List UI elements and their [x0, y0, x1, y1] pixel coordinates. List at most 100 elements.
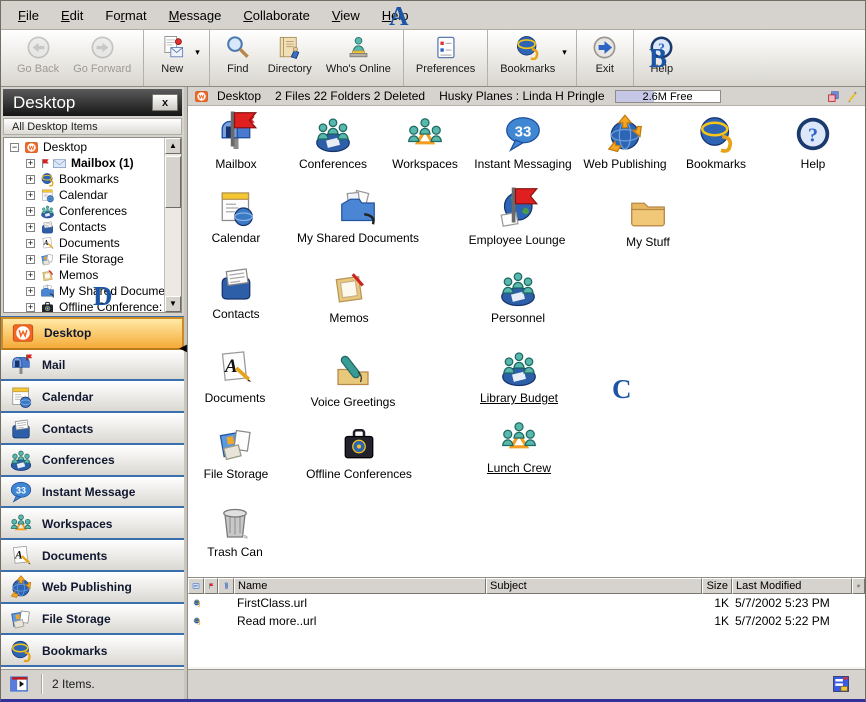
tree-expander-expand-icon[interactable]: + — [26, 159, 35, 168]
tree-item-file-storage[interactable]: +File Storage — [4, 251, 164, 267]
desktop-icon-trash-can[interactable]: Trash Can — [188, 502, 297, 559]
close-panel-button[interactable]: x — [152, 94, 178, 111]
tree-item-desktop[interactable]: −Desktop — [4, 139, 164, 155]
tree-item-memos[interactable]: + Memos — [4, 267, 164, 283]
tree-scrollbar[interactable]: ▲ ▼ — [164, 138, 181, 312]
desktop-icon-help[interactable]: Help — [751, 114, 865, 171]
menu-item-collaborate[interactable]: Collaborate — [232, 5, 321, 26]
desktop-icon-file-storage[interactable]: File Storage — [188, 424, 298, 481]
scrollbar-track[interactable] — [165, 208, 181, 296]
tree-expander-expand-icon[interactable]: + — [26, 255, 35, 264]
menu-item-format[interactable]: Format — [94, 5, 157, 26]
desktop-icon-label: Instant Messaging — [474, 157, 571, 171]
pages-icon[interactable] — [827, 90, 840, 103]
preferences-button[interactable]: Preferences — [409, 30, 482, 86]
new-button[interactable]: New — [149, 30, 195, 86]
tree-item-contacts[interactable]: +Contacts — [4, 219, 164, 235]
sidebar-item-contacts[interactable]: Contacts — [1, 413, 184, 445]
tree-expander-collapse-icon[interactable]: − — [10, 143, 19, 152]
attachment-column-header[interactable] — [218, 578, 234, 594]
sidebar-item-label: Workspaces — [42, 517, 112, 531]
desktop-icon-contacts[interactable]: Contacts — [188, 264, 298, 321]
scroll-down-icon[interactable]: ▼ — [165, 296, 181, 312]
sidebar-item-calendar[interactable]: Calendar — [1, 381, 184, 413]
sidebar-item-instant-message[interactable]: Instant Message — [1, 477, 184, 509]
toolbar-button-label: Go Back — [17, 63, 59, 75]
flag-column-header[interactable] — [204, 578, 218, 594]
tree-item-bookmarks[interactable]: +Bookmarks — [4, 171, 164, 187]
desktop-icon-calendar[interactable]: Calendar — [188, 188, 298, 245]
tree-expander-expand-icon[interactable]: + — [26, 287, 35, 296]
pencil-icon[interactable] — [846, 90, 859, 103]
form-grid-icon[interactable] — [831, 674, 851, 694]
sidebar-item-conferences[interactable]: Conferences — [1, 445, 184, 477]
bookmarks-icon — [9, 639, 33, 663]
tree-item-conferences[interactable]: +Conferences — [4, 203, 164, 219]
menu-item-view[interactable]: View — [321, 5, 371, 26]
flag-cell — [204, 612, 218, 630]
tree-expander-expand-icon[interactable]: + — [26, 175, 35, 184]
dropdown-arrow-icon[interactable]: ▾ — [195, 47, 204, 70]
sidebar-item-documents[interactable]: Documents — [1, 540, 184, 572]
desktop-icon-personnel[interactable]: Personnel — [456, 268, 580, 325]
who-s-online-button[interactable]: Who's Online — [319, 30, 398, 86]
subject-column-header[interactable]: Subject — [486, 578, 702, 594]
tree-expander-expand-icon[interactable]: + — [26, 271, 35, 280]
desktop-icon-employee-lounge[interactable]: Employee Lounge — [455, 190, 579, 247]
tree-expander-expand-icon[interactable]: + — [26, 303, 35, 312]
desktop-icon-voice-greetings[interactable]: Voice Greetings — [291, 352, 415, 409]
modified-column-header[interactable]: Last Modified — [732, 578, 852, 594]
toolbar-button-label: Preferences — [416, 63, 475, 75]
desktop-items-filter[interactable]: All Desktop Items — [3, 118, 182, 135]
tree-item-offline-conference-[interactable]: +Offline Conference: — [4, 299, 164, 312]
size-column-header[interactable]: Size — [702, 578, 732, 594]
column-menu-button[interactable] — [852, 578, 865, 594]
desktop-icon-documents[interactable]: Documents — [188, 348, 297, 405]
type-column-header[interactable] — [188, 578, 204, 594]
find-button[interactable]: Find — [215, 30, 261, 86]
scrollbar-thumb[interactable] — [165, 156, 181, 208]
file-row-read-more-url[interactable]: Read more..url1K5/7/2002 5:22 PM — [188, 612, 865, 630]
sidebar-item-label: Contacts — [42, 422, 93, 436]
sidebar-collapse-icon[interactable]: ◀ — [179, 343, 187, 354]
sidebar-item-web-publishing[interactable]: Web Publishing — [1, 572, 184, 604]
exit-button[interactable]: Exit — [582, 30, 628, 86]
sidebar-item-desktop[interactable]: Desktop — [1, 317, 184, 350]
desktop-icon-image — [216, 188, 256, 228]
directory-button[interactable]: Directory — [261, 30, 319, 86]
file-row-firstclass-url[interactable]: FirstClass.url1K5/7/2002 5:23 PM — [188, 594, 865, 612]
desktop-icon-label: Documents — [205, 391, 266, 405]
desktop-icon-label: Memos — [329, 311, 368, 325]
sidebar-item-mail[interactable]: Mail — [1, 350, 184, 382]
tree-item-my-shared-docume[interactable]: +My Shared Docume — [4, 283, 164, 299]
desktop-icon-my-shared-documents[interactable]: My Shared Documents — [296, 188, 420, 245]
dropdown-arrow-icon[interactable]: ▾ — [562, 47, 571, 70]
desktop-icon-offline-conferences[interactable]: Offline Conferences — [297, 424, 421, 481]
sidebar-item-label: File Storage — [42, 612, 111, 626]
tree-item-documents[interactable]: +Documents — [4, 235, 164, 251]
tree-item-mailbox-1-[interactable]: +Mailbox (1) — [4, 155, 164, 171]
bookmarks-button[interactable]: Bookmarks — [493, 30, 562, 86]
sidebar-item-file-storage[interactable]: File Storage — [1, 604, 184, 636]
desktop-icon-image — [498, 268, 538, 308]
tree-expander-expand-icon[interactable]: + — [26, 223, 35, 232]
desktop-icon-lunch-crew[interactable]: Lunch Crew — [457, 418, 581, 475]
whosonline-icon — [345, 34, 372, 61]
menu-item-file[interactable]: File — [7, 5, 50, 26]
menu-item-message[interactable]: Message — [158, 5, 233, 26]
sidebar-item-bookmarks[interactable]: Bookmarks — [1, 635, 184, 667]
tree-expander-expand-icon[interactable]: + — [26, 191, 35, 200]
calendar-icon — [9, 385, 33, 409]
panel-toggle-icon[interactable] — [9, 674, 29, 694]
tree-item-calendar[interactable]: +Calendar — [4, 187, 164, 203]
desktop-icon-memos[interactable]: Memos — [287, 268, 411, 325]
tree-expander-expand-icon[interactable]: + — [26, 207, 35, 216]
name-column-header[interactable]: Name — [234, 578, 486, 594]
tree-item-label: Memos — [59, 268, 98, 282]
desktop-icon-library-budget[interactable]: Library Budget — [457, 348, 581, 405]
tree-expander-expand-icon[interactable]: + — [26, 239, 35, 248]
scroll-up-icon[interactable]: ▲ — [165, 138, 181, 154]
desktop-icon-my-stuff[interactable]: My Stuff — [586, 192, 710, 249]
menu-item-edit[interactable]: Edit — [50, 5, 94, 26]
sidebar-item-workspaces[interactable]: Workspaces — [1, 508, 184, 540]
